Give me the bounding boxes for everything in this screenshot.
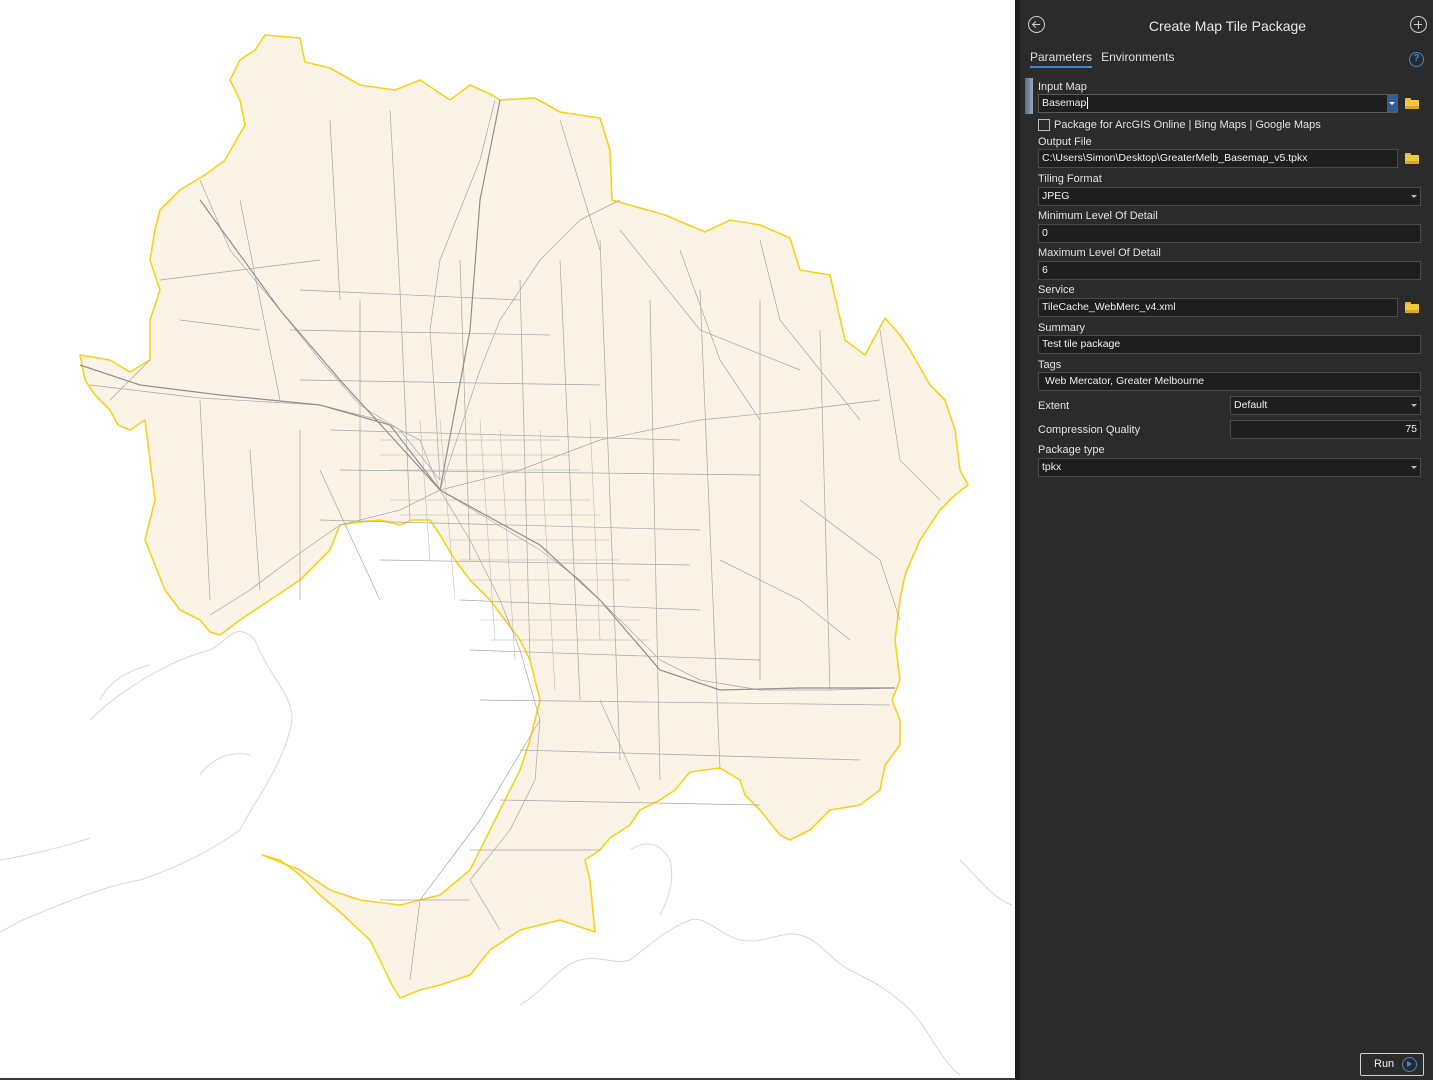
chevron-down-icon[interactable] [1411,404,1417,407]
folder-icon[interactable] [1405,98,1420,109]
chevron-down-icon[interactable] [1387,95,1397,112]
input-map-label: Input Map [1038,81,1087,93]
service-label: Service [1038,284,1075,296]
tags-label: Tags [1038,359,1062,371]
run-icon [1402,1057,1417,1072]
text-caret [1087,97,1089,110]
summary-input[interactable]: Test tile package [1038,335,1421,354]
region-boundary[interactable] [79,34,969,999]
help-icon[interactable]: ? [1409,52,1424,67]
tool-title: Create Map Tile Package [1148,18,1307,34]
tiling-format-label: Tiling Format [1038,173,1102,185]
package-type-dropdown[interactable]: tpkx [1038,458,1421,477]
extent-label: Extent [1038,400,1070,412]
chevron-down-icon[interactable] [1411,195,1417,198]
run-label: Run [1374,1058,1395,1070]
tiling-format-value: JPEG [1042,190,1070,202]
active-parameter-marker [1025,78,1033,114]
extent-dropdown[interactable]: Default [1230,396,1421,415]
output-file-label: Output File [1038,136,1092,148]
add-icon[interactable] [1410,16,1427,33]
pane-header: Create Map Tile Package [1020,14,1433,40]
map-canvas[interactable] [0,0,1016,1080]
map-view[interactable] [0,0,1016,1080]
pane-tabs: Parameters Environments [1030,50,1180,70]
run-button[interactable]: Run [1360,1053,1424,1076]
folder-icon[interactable] [1405,302,1420,313]
package-type-label: Package type [1038,444,1105,456]
package-online-label: Package for ArcGIS Online | Bing Maps | … [1054,119,1321,131]
chevron-down-icon[interactable] [1411,466,1417,469]
back-icon[interactable] [1028,16,1045,33]
output-file-input[interactable]: C:\Users\Simon\Desktop\GreaterMelb_Basem… [1038,149,1398,168]
input-map-value: Basemap [1042,97,1087,109]
extent-value: Default [1234,399,1268,411]
tags-input[interactable]: Web Mercator, Greater Melbourne [1038,372,1421,391]
tab-parameters[interactable]: Parameters [1030,50,1093,68]
package-type-value: tpkx [1042,461,1062,473]
min-lod-label: Minimum Level Of Detail [1038,210,1158,222]
service-input[interactable]: TileCache_WebMerc_v4.xml [1038,298,1398,317]
folder-icon[interactable] [1405,153,1420,164]
tab-environments[interactable]: Environments [1101,50,1174,66]
tiling-format-dropdown[interactable]: JPEG [1038,187,1421,206]
compression-quality-label: Compression Quality [1038,424,1141,436]
package-online-checkbox[interactable] [1038,119,1050,131]
max-lod-label: Maximum Level Of Detail [1038,247,1161,259]
input-map-dropdown[interactable]: Basemap [1038,94,1398,113]
min-lod-input[interactable]: 0 [1038,224,1421,243]
compression-quality-input[interactable]: 75 [1230,420,1421,439]
max-lod-input[interactable]: 6 [1038,261,1421,280]
geoprocessing-pane: Create Map Tile Package Parameters Envir… [1020,0,1433,1080]
summary-label: Summary [1038,322,1086,334]
